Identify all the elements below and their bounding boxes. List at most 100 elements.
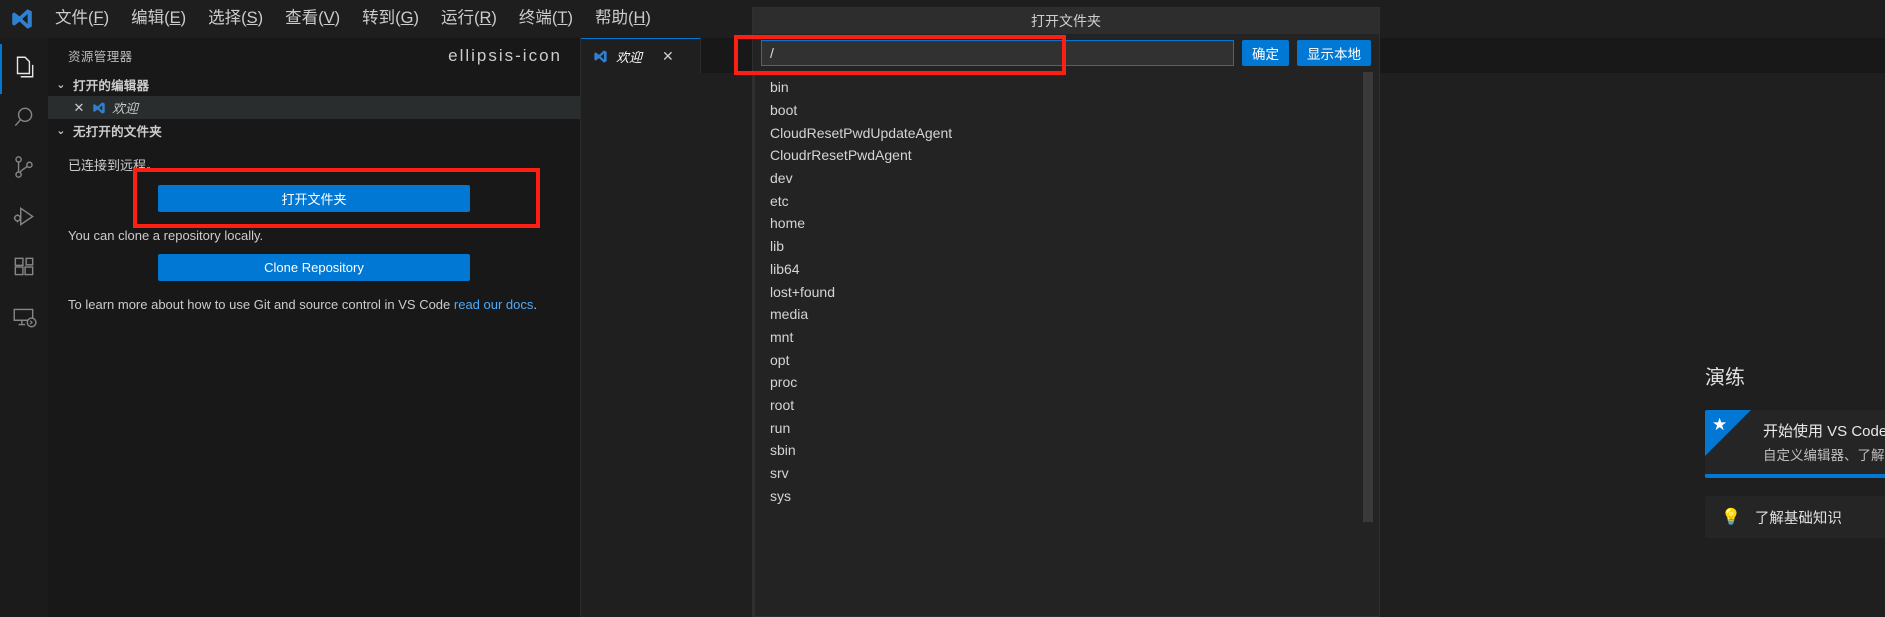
- close-icon[interactable]: ✕: [662, 48, 674, 65]
- path-input[interactable]: [761, 40, 1234, 66]
- activity-item-search[interactable]: [0, 94, 48, 144]
- folder-entry-row[interactable]: bin: [753, 76, 1379, 99]
- menu-item-selection[interactable]: 选择(S): [197, 6, 274, 32]
- show-local-button[interactable]: 显示本地: [1297, 40, 1371, 66]
- activity-item-extensions[interactable]: [0, 244, 48, 294]
- list-left-edge: [753, 72, 755, 616]
- sidebar-header: 资源管理器 ellipsis-icon: [48, 38, 580, 73]
- chevron-down-icon: ⌄: [56, 125, 66, 137]
- menu-item-terminal[interactable]: 终端(T): [508, 6, 584, 32]
- walkthrough-card-title: 开始使用 VS Code: [1763, 423, 1885, 440]
- walkthrough-item-label: 了解基础知识: [1754, 510, 1842, 527]
- menubar: 文件(F) 编辑(E) 选择(S) 查看(V) 转到(G) 运行(R) 终端(T…: [44, 6, 662, 32]
- folder-entry-row[interactable]: sbin: [753, 439, 1379, 462]
- folder-entry-label: etc: [770, 192, 789, 209]
- open-editor-item-label: 欢迎: [112, 101, 139, 116]
- no-folder-body: 已连接到远程。 打开文件夹 You can clone a repository…: [48, 142, 580, 315]
- walkthrough-card-subtitle: 自定义编辑器、了解基: [1763, 448, 1885, 463]
- folder-entry-label: home: [770, 215, 806, 232]
- clone-hint-text: You can clone a repository locally.: [68, 227, 264, 243]
- vscode-window: 文件(F) 编辑(E) 选择(S) 查看(V) 转到(G) 运行(R) 终端(T…: [0, 0, 1885, 617]
- folder-entry-list[interactable]: bin boot CloudResetPwdUpdateAgent CloudrRes…: [753, 72, 1379, 616]
- folder-entry-label: media: [770, 306, 809, 323]
- folder-entry-row[interactable]: proc: [753, 371, 1379, 394]
- folder-entry-label: lib64: [770, 260, 800, 277]
- folder-entry-label: bin: [770, 79, 789, 96]
- folder-entry-label: run: [770, 419, 791, 436]
- folder-entry-label: lib: [770, 238, 785, 255]
- dialog-title: 打开文件夹: [753, 8, 1379, 34]
- dialog-input-row: 确定 显示本地: [753, 34, 1379, 72]
- folder-entry-row[interactable]: lib: [753, 235, 1379, 258]
- folder-entry-label: proc: [770, 374, 798, 391]
- search-icon: [11, 104, 37, 135]
- files-icon: [11, 54, 37, 85]
- section-no-folder-label: 无打开的文件夹: [73, 125, 162, 139]
- walkthrough-card-get-started[interactable]: ★ 开始使用 VS Code 自定义编辑器、了解基: [1705, 410, 1885, 478]
- docs-text-before: To learn more about how to use Git and s…: [68, 297, 454, 312]
- folder-entry-label: CloudResetPwdUpdateAgent: [770, 124, 953, 141]
- folder-entry-row[interactable]: opt: [753, 348, 1379, 371]
- open-folder-dialog: 打开文件夹 确定 显示本地 bin boot CloudResetPwdUpdate…: [752, 7, 1380, 617]
- menu-item-view[interactable]: 查看(V): [274, 6, 351, 32]
- walkthroughs-title: 演练: [1705, 367, 1745, 389]
- folder-entry-row[interactable]: dev: [753, 167, 1379, 190]
- folder-entry-row[interactable]: etc: [753, 189, 1379, 212]
- remote-explorer-icon: [11, 304, 37, 335]
- folder-entry-row[interactable]: root: [753, 394, 1379, 417]
- folder-entry-label: sys: [770, 487, 791, 504]
- folder-entry-row[interactable]: boot: [753, 99, 1379, 122]
- folder-entry-row[interactable]: mnt: [753, 326, 1379, 349]
- section-open-editors[interactable]: ⌄ 打开的编辑器: [48, 73, 580, 96]
- docs-text-after: .: [533, 297, 538, 312]
- folder-entry-label: lost+found: [770, 283, 835, 300]
- activity-item-explorer[interactable]: [0, 44, 48, 94]
- activity-bar: [0, 38, 48, 617]
- folder-entry-row[interactable]: CloudrResetPwdAgent: [753, 144, 1379, 167]
- folder-entry-row[interactable]: CloudResetPwdUpdateAgent: [753, 121, 1379, 144]
- folder-entry-row[interactable]: srv: [753, 462, 1379, 485]
- chevron-down-icon: ⌄: [56, 79, 66, 91]
- confirm-button[interactable]: 确定: [1242, 40, 1289, 66]
- folder-entry-row[interactable]: lib64: [753, 258, 1379, 281]
- vscode-logo-icon: [593, 49, 608, 64]
- menu-item-go[interactable]: 转到(G): [351, 6, 430, 32]
- star-icon: ★: [1712, 415, 1728, 434]
- open-editor-item-welcome[interactable]: ✕ 欢迎: [48, 96, 580, 119]
- folder-entry-row[interactable]: media: [753, 303, 1379, 326]
- folder-entry-row[interactable]: lost+found: [753, 280, 1379, 303]
- menu-item-run[interactable]: 运行(R): [430, 6, 508, 32]
- read-our-docs-link[interactable]: read our docs: [454, 297, 534, 312]
- open-folder-button[interactable]: 打开文件夹: [158, 184, 470, 212]
- sidebar: 资源管理器 ellipsis-icon ⌄ 打开的编辑器 ✕ 欢迎 ⌄ 无打开的…: [48, 38, 581, 617]
- tab-welcome[interactable]: 欢迎 ✕: [581, 38, 701, 73]
- clone-repository-button[interactable]: Clone Repository: [158, 254, 470, 281]
- connected-remote-text: 已连接到远程。: [68, 158, 160, 173]
- menu-item-file[interactable]: 文件(F): [44, 6, 120, 32]
- walkthrough-progress-fill: [1705, 474, 1885, 478]
- tab-label: 欢迎: [616, 49, 643, 65]
- menu-item-help[interactable]: 帮助(H): [584, 6, 662, 32]
- lightbulb-icon: 💡: [1721, 509, 1741, 526]
- folder-entry-label: root: [770, 396, 795, 413]
- activity-item-remote-explorer[interactable]: [0, 294, 48, 344]
- walkthrough-item-learn-fundamentals[interactable]: 💡 了解基础知识: [1705, 496, 1885, 538]
- folder-entry-label: CloudrResetPwdAgent: [770, 147, 912, 164]
- folder-entry-label: sbin: [770, 442, 796, 459]
- close-icon[interactable]: ✕: [72, 100, 86, 116]
- folder-entry-row[interactable]: sys: [753, 484, 1379, 507]
- activity-item-run-and-debug[interactable]: [0, 194, 48, 244]
- welcome-walkthroughs-panel: 演练 ★ 开始使用 VS Code 自定义编辑器、了解基 💡 了解基础知识: [1677, 73, 1885, 617]
- section-no-folder[interactable]: ⌄ 无打开的文件夹: [48, 119, 580, 142]
- folder-entry-label: mnt: [770, 328, 794, 345]
- section-open-editors-label: 打开的编辑器: [73, 79, 150, 93]
- vscode-logo-icon: [92, 101, 106, 115]
- vscode-logo-icon: [0, 7, 44, 31]
- folder-entry-row[interactable]: run: [753, 416, 1379, 439]
- folder-entry-row[interactable]: home: [753, 212, 1379, 235]
- activity-item-source-control[interactable]: [0, 144, 48, 194]
- dialog-scrollbar[interactable]: [1363, 72, 1373, 522]
- extensions-icon: [11, 254, 37, 285]
- ellipsis-icon[interactable]: ellipsis-icon: [448, 47, 562, 64]
- menu-item-edit[interactable]: 编辑(E): [120, 6, 197, 32]
